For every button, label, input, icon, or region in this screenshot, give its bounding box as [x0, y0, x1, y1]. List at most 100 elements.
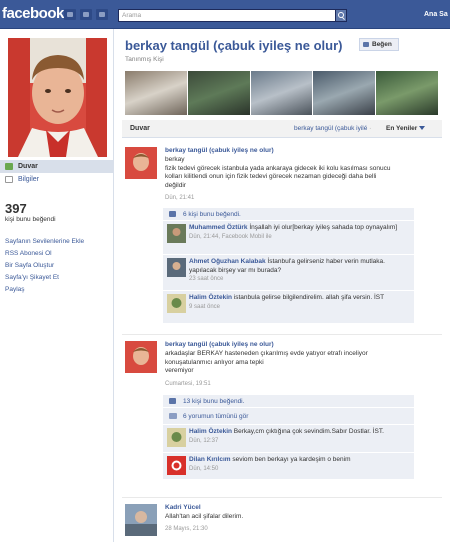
divider — [122, 334, 442, 335]
thumbs-up-icon — [363, 42, 369, 47]
photo-thumbnail[interactable] — [187, 71, 250, 115]
avatar[interactable] — [167, 428, 186, 447]
comment-text: Halim Öztekin Berkay,cm çıktığına çok se… — [189, 428, 409, 437]
comment: Ahmet Oğuzhan Kalabak İstanbul'a gelirse… — [163, 255, 414, 291]
profile-picture[interactable] — [8, 38, 107, 157]
avatar[interactable] — [167, 224, 186, 243]
likes-row[interactable]: 6 kişi bunu beğendi. — [163, 208, 414, 221]
view-all-text: 6 yorumun tümünü gör — [183, 413, 249, 420]
like-page-button[interactable]: Beğen — [359, 38, 399, 51]
post-author[interactable]: berkay tangül (çabuk iyileş ne olur) — [165, 341, 274, 348]
comment-timestamp: Dün, 21:44, Facebook Mobil ile — [189, 233, 272, 240]
comments-icon — [169, 413, 177, 419]
post-timestamp[interactable]: Cumartesi, 19:51 — [165, 381, 211, 387]
post-text-line: arkadaşlar BERKAY hasteneden çıkarılmış … — [165, 350, 368, 357]
post-text: arkadaşlar BERKAY hasteneden çıkarılmış … — [165, 350, 435, 376]
photo-strip — [125, 71, 438, 115]
wall-tab[interactable]: Duvar — [130, 125, 150, 132]
comment-author[interactable]: Halim Öztekin — [189, 428, 232, 435]
wall-filter-link[interactable]: berkay tangül (çabuk iyilé · — [294, 125, 371, 132]
create-page-link[interactable]: Bir Sayfa Oluştur — [5, 260, 84, 272]
post-text-line: veremiyor — [165, 367, 194, 374]
avatar[interactable] — [125, 341, 157, 373]
wall-icon — [5, 163, 13, 170]
top-bar: facebook Arama Ana Sa — [0, 0, 450, 29]
report-page-link[interactable]: Sayfa'yı Şikayet Et — [5, 272, 84, 284]
likes-row[interactable]: 13 kişi bunu beğendi. — [163, 395, 414, 408]
sort-label: En Yeniler — [386, 125, 418, 132]
view-all-comments-link[interactable]: 6 yorumun tümünü gör — [163, 408, 414, 425]
sidebar-item-wall[interactable]: Duvar — [0, 160, 113, 173]
comment-body: Berkay,cm çıktığına çok sevindim.Sabır D… — [233, 428, 384, 435]
notification-icons — [64, 9, 108, 20]
comment-timestamp: 9 saat önce — [189, 303, 221, 310]
thumbs-up-icon — [169, 211, 176, 217]
divider — [122, 497, 442, 498]
avatar[interactable] — [125, 504, 157, 536]
post-timestamp[interactable]: Dün, 21:41 — [165, 195, 194, 201]
user-name-link[interactable]: Ana Sa — [424, 11, 448, 18]
comment-author[interactable]: Muhammed Öztürk — [189, 224, 248, 231]
comment: Dilan Kırılcım seviom ben berkayı ya kar… — [163, 453, 414, 480]
comment-timestamp: 23 saat önce — [189, 276, 224, 282]
facebook-logo[interactable]: facebook — [2, 5, 64, 22]
avatar[interactable] — [125, 147, 157, 179]
left-navigation: Duvar Bilgiler — [0, 160, 113, 186]
page-category: Tanınmış Kişi — [125, 56, 164, 63]
comment: Halim Öztekin Berkay,cm çıktığına çok se… — [163, 425, 414, 453]
rss-subscribe-link[interactable]: RSS Abonesi Ol — [5, 248, 84, 260]
post-timestamp[interactable]: 28 Mayıs, 21:30 — [165, 526, 208, 532]
post-text: berkay fizik tedevi görecek istanbula ya… — [165, 156, 435, 190]
post-text-line: Allah'tan acil şifalar dilerim. — [165, 513, 244, 520]
friend-requests-icon[interactable] — [64, 9, 76, 20]
comment-author[interactable]: Dilan Kırılcım — [189, 456, 231, 463]
comment-text: Dilan Kırılcım seviom ben berkayı ya kar… — [189, 456, 409, 465]
likes-label[interactable]: kişi bunu beğendi — [5, 216, 56, 223]
post-text-line: kolları kilitlendi onun için fizik tedev… — [165, 173, 377, 180]
notifications-icon[interactable] — [96, 9, 108, 20]
photo-thumbnail[interactable] — [250, 71, 313, 115]
sidebar-item-info[interactable]: Bilgiler — [0, 173, 113, 186]
share-link[interactable]: Paylaş — [5, 284, 84, 296]
comment-timestamp: Dün, 14:50 — [189, 465, 219, 472]
info-icon — [5, 176, 13, 183]
filter-label: berkay tangül (çabuk iyilé — [294, 125, 368, 132]
column-divider — [113, 29, 114, 542]
post-text-line: değildir — [165, 181, 186, 189]
like-button-label: Beğen — [372, 41, 392, 48]
post-author[interactable]: berkay tangül (çabuk iyileş ne olur) — [165, 147, 274, 154]
avatar[interactable] — [167, 294, 186, 313]
add-to-favorites-link[interactable]: Sayfanın Sevilenlerine Ekle — [5, 236, 84, 248]
page-title[interactable]: berkay tangül (çabuk iyileş ne olur) — [125, 38, 342, 53]
post-text: Allah'tan acil şifalar dilerim. — [165, 513, 435, 522]
avatar[interactable] — [167, 258, 186, 277]
comment-text: Ahmet Oğuzhan Kalabak İstanbul'a gelirse… — [189, 258, 409, 275]
post-text-line: berkay — [165, 156, 185, 163]
photo-thumbnail[interactable] — [125, 71, 187, 115]
comment-timestamp: Dün, 12:37 — [189, 437, 219, 444]
chevron-down-icon — [419, 126, 426, 131]
photo-thumbnail[interactable] — [376, 71, 438, 115]
wall-filter-bar: Duvar berkay tangül (çabuk iyilé · En Ye… — [122, 120, 442, 138]
likes-text: 13 kişi bunu beğendi. — [183, 398, 245, 405]
comment: Muhammed Öztürk İnşallah iyi olur[berkay… — [163, 221, 414, 255]
thumbs-up-icon — [169, 398, 176, 404]
post-feedback: 6 kişi bunu beğendi. Muhammed Öztürk İnş… — [163, 208, 414, 324]
separator: · — [369, 125, 372, 132]
search-input[interactable]: Arama — [118, 9, 336, 22]
avatar[interactable] — [167, 456, 186, 475]
comment-text: Muhammed Öztürk İnşallah iyi olur[berkay… — [189, 224, 409, 233]
comment-body: seviom ben berkayı ya kardeşim o benim — [232, 456, 351, 463]
comment-body: İnşallah iyi olur[berkay iyileş sahada t… — [249, 224, 398, 231]
post-author[interactable]: Kadri Yücel — [165, 504, 201, 511]
messages-icon[interactable] — [80, 9, 92, 20]
comment-author[interactable]: Halim Öztekin — [189, 294, 232, 301]
sidebar-item-label: Duvar — [18, 163, 38, 170]
comment-body: istanbula gelirse bilgilendirelim. allah… — [233, 294, 385, 301]
sort-dropdown[interactable]: En Yeniler — [386, 125, 426, 132]
photo-thumbnail[interactable] — [313, 71, 376, 115]
likes-text: 6 kişi bunu beğendi. — [183, 211, 241, 218]
sidebar-item-label: Bilgiler — [18, 176, 40, 183]
comment-author[interactable]: Ahmet Oğuzhan Kalabak — [189, 258, 266, 265]
search-icon[interactable] — [336, 9, 347, 22]
